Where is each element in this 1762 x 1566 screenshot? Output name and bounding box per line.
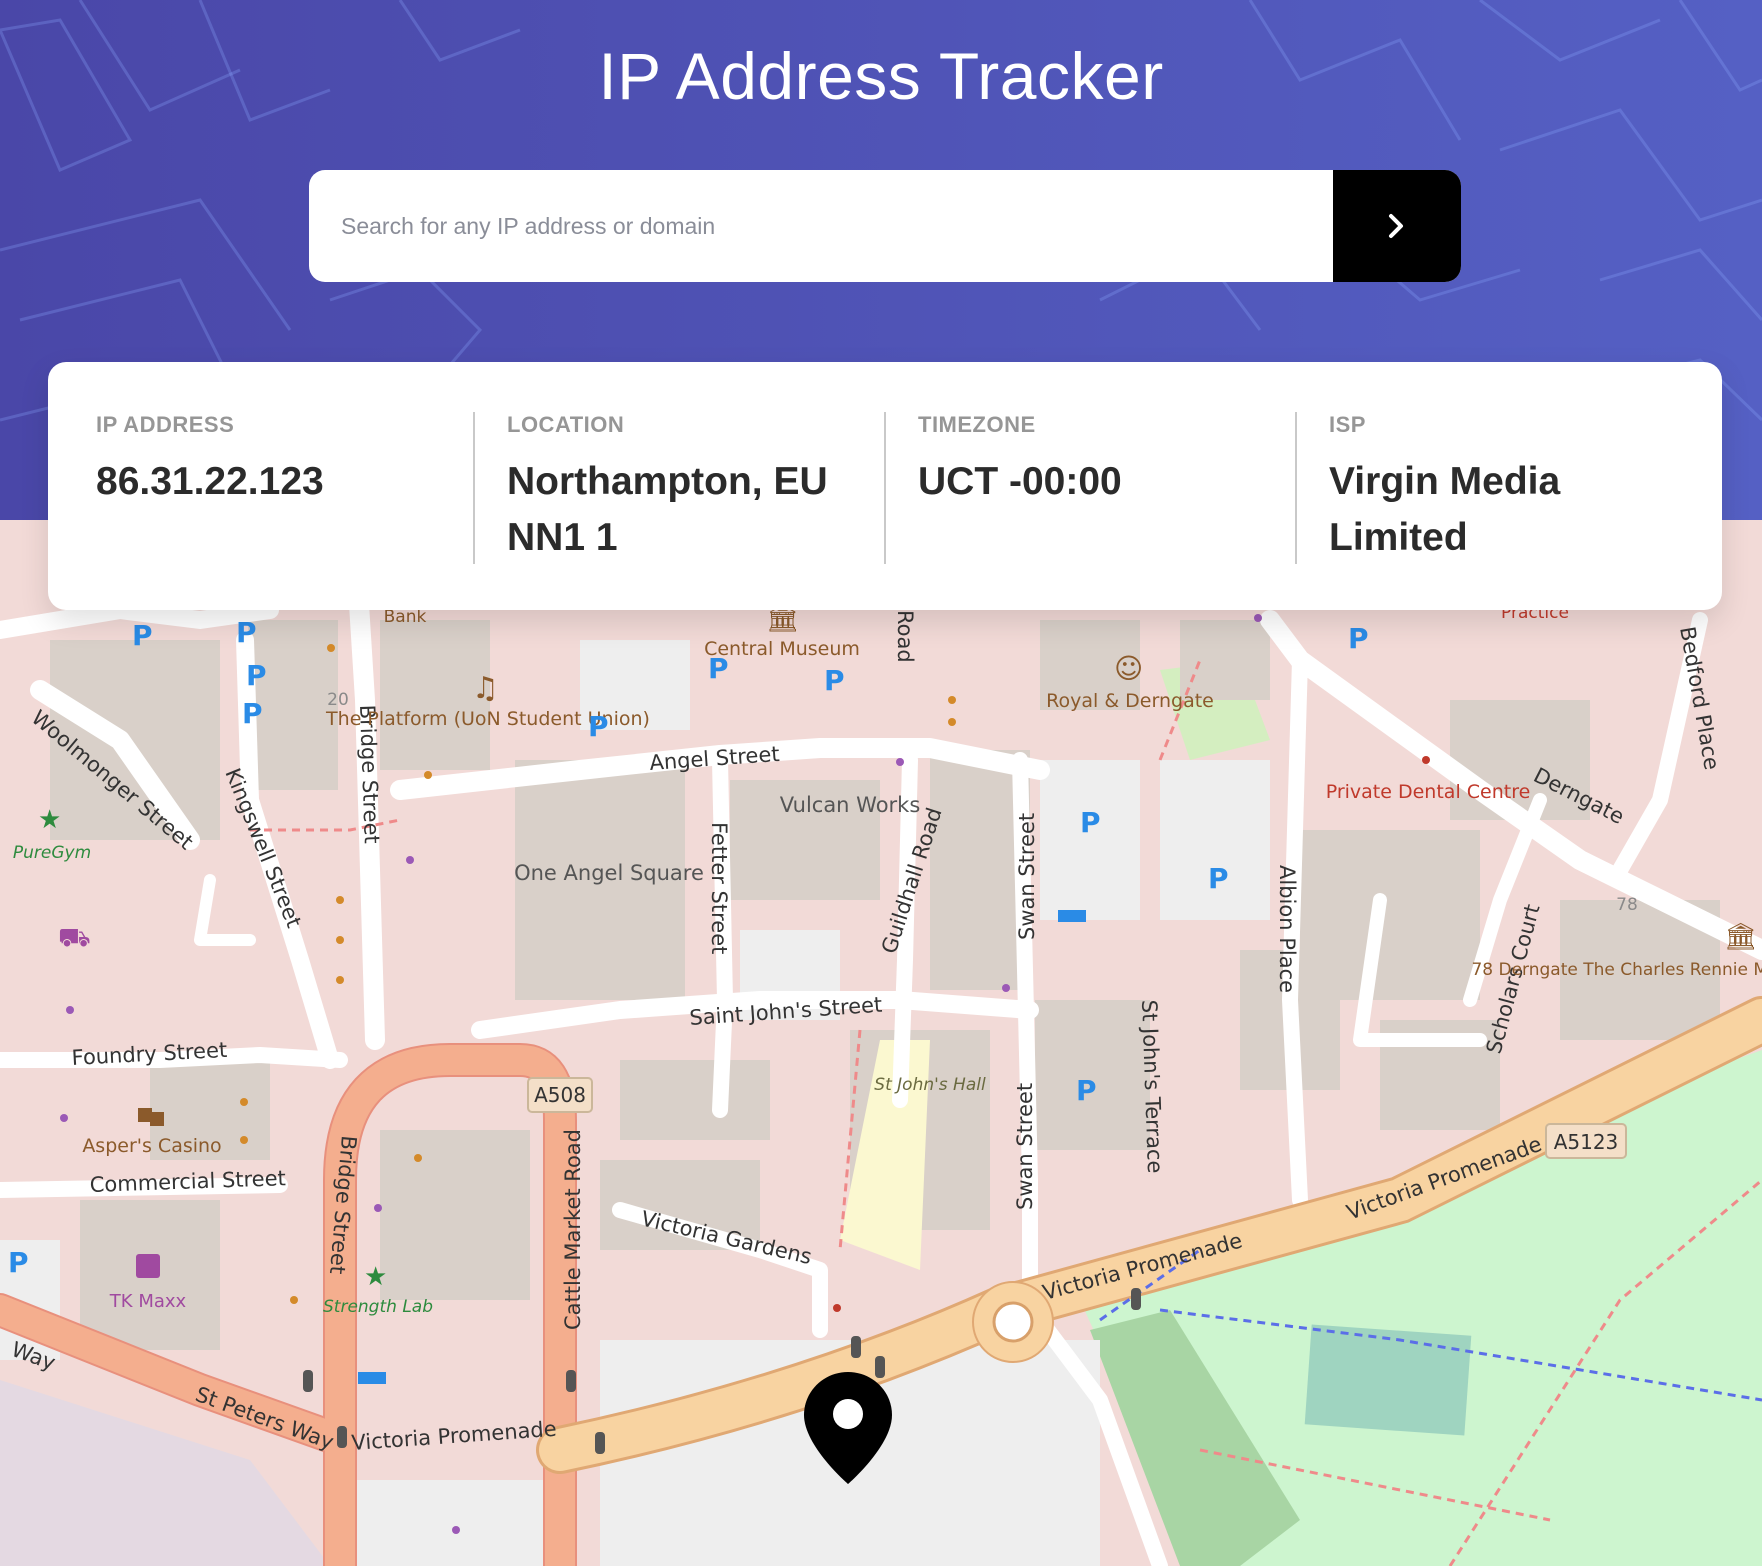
parking-icon: P: [246, 659, 267, 692]
hotel-icon: [358, 1372, 386, 1384]
search-input[interactable]: [309, 170, 1331, 282]
divider: [473, 412, 475, 564]
parking-icon: P: [236, 616, 257, 649]
fitness-icon: ★: [38, 805, 61, 835]
place-label: Private Dental Centre: [1326, 781, 1531, 803]
place-label: St John's Hall: [874, 1075, 986, 1095]
road-number-label: A5123: [1554, 1130, 1619, 1154]
street-label: Cattle Market Road: [561, 1129, 585, 1330]
search-bar: [309, 170, 1461, 282]
shopping-cart-icon: ⛟: [58, 923, 91, 953]
street-label: Swan Street: [1013, 1083, 1037, 1210]
address-number-label: 20: [327, 690, 349, 710]
place-label: Asper's Casino: [82, 1135, 221, 1157]
divider: [884, 412, 886, 564]
parking-icon: P: [1208, 862, 1229, 895]
isp-value: Virgin Media Limited: [1329, 460, 1561, 559]
location-pin-icon[interactable]: [800, 1368, 896, 1488]
place-label: Vulcan Works: [780, 793, 921, 817]
hotel-icon: [1058, 910, 1086, 922]
chevron-right-icon: [1389, 214, 1403, 238]
parking-icon: P: [8, 1246, 29, 1279]
svg-text:⛟: ⛟: [58, 923, 91, 953]
parking-icon: P: [1076, 1074, 1097, 1107]
place-label: PureGym: [13, 843, 91, 863]
svg-text:♫: ♫: [472, 671, 499, 706]
address-number-label: 78: [1616, 895, 1638, 915]
place-label: Strength Lab: [323, 1297, 433, 1317]
fitness-icon: ★: [364, 1262, 387, 1292]
parking-icon: P: [132, 619, 153, 652]
parking-icon: P: [708, 652, 729, 685]
search-submit-button[interactable]: [1333, 170, 1461, 282]
street-label: Road: [893, 610, 917, 663]
svg-text:🏛: 🏛: [1724, 922, 1757, 952]
divider: [1295, 412, 1297, 564]
parking-icon: P: [1080, 806, 1101, 839]
parking-icon: P: [588, 710, 609, 743]
location-label: LOCATION: [507, 412, 625, 437]
place-label: 78 Derngate The Charles Rennie Mackintos…: [1471, 960, 1762, 980]
place-label: One Angel Square: [514, 861, 704, 885]
ip-address-value: 86.31.22.123: [96, 460, 324, 503]
museum-icon: 🏛: [1724, 922, 1757, 952]
shopping-bag-icon: [136, 1254, 160, 1278]
theatre-icon: ☺: [1114, 652, 1143, 685]
parking-icon: P: [1348, 622, 1369, 655]
isp-label: ISP: [1329, 412, 1366, 437]
timezone-label: TIMEZONE: [918, 412, 1036, 437]
ip-info-card: IP ADDRESS 86.31.22.123 LOCATION Northam…: [48, 362, 1722, 610]
road-shield-a5123: A5123: [1545, 1123, 1627, 1159]
road-number-label: A508: [534, 1083, 586, 1107]
svg-text:★: ★: [364, 1262, 387, 1292]
ip-address-label: IP ADDRESS: [96, 412, 235, 437]
svg-text:★: ★: [38, 805, 61, 835]
parking-icon: P: [242, 697, 263, 730]
street-label: Swan Street: [1015, 813, 1039, 940]
place-label: Royal & Derngate: [1046, 690, 1214, 712]
place-label: Bank: [384, 607, 427, 627]
place-label: TK Maxx: [109, 1291, 187, 1312]
street-label: Albion Place: [1275, 865, 1299, 993]
timezone-value: UCT -00:00: [918, 460, 1122, 503]
street-label: Fetter Street: [707, 822, 731, 954]
music-icon: ♫: [472, 671, 499, 706]
road-shield-a508: A508: [527, 1077, 593, 1113]
map-view[interactable]: A508 A5123 Angel Street Saint John's Str…: [0, 520, 1762, 1566]
page-title: IP Address Tracker: [598, 39, 1164, 113]
parking-icon: P: [824, 664, 845, 697]
svg-text:☺: ☺: [1114, 652, 1143, 685]
location-value: Northampton, EU NN1 1: [507, 460, 828, 559]
